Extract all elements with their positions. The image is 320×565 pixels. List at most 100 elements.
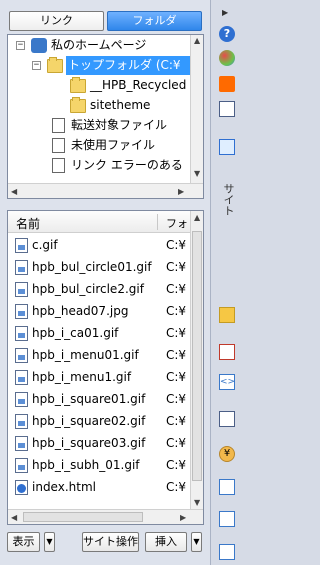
file-row[interactable]: hpb_i_menu01.gif C:¥ <box>8 344 192 366</box>
insert-button[interactable]: 挿入 <box>145 532 187 552</box>
insert-dropdown-button[interactable]: ▼ <box>191 532 202 552</box>
folder-tree: − 私のホームページ − トップフォルダ (C:¥ __HPB_Recycled… <box>7 34 204 199</box>
image-file-icon <box>15 282 28 297</box>
file-path: C:¥ <box>166 238 187 252</box>
file-name: hpb_i_menu1.gif <box>32 370 132 384</box>
tree-horizontal-scrollbar[interactable]: ◀ ▶ <box>8 183 203 198</box>
tree-item-label: リンク エラーのある <box>71 158 183 172</box>
tree-item-home[interactable]: − 私のホームページ <box>12 36 192 55</box>
transfer-file-icon <box>52 118 65 133</box>
column-header-name[interactable]: 名前 <box>16 215 40 232</box>
tree-item-hpb-recycled[interactable]: __HPB_Recycled <box>70 76 200 95</box>
tree-item-label: 未使用ファイル <box>71 138 156 152</box>
tree-item-unused-files[interactable]: 未使用ファイル <box>52 136 192 155</box>
tab-folders[interactable]: フォルダ <box>107 11 202 31</box>
scroll-right-icon[interactable]: ▶ <box>178 187 184 196</box>
scroll-down-icon[interactable]: ▼ <box>194 498 200 507</box>
file-path: C:¥ <box>166 348 187 362</box>
windows-icon[interactable] <box>219 101 235 117</box>
column-header-folder[interactable]: フォ <box>166 215 188 231</box>
edit-icon[interactable] <box>219 344 235 360</box>
file-row[interactable]: hpb_i_menu1.gif C:¥ <box>8 366 192 388</box>
image-file-icon <box>15 414 28 429</box>
link-error-icon <box>52 158 65 173</box>
column-separator[interactable] <box>157 214 158 230</box>
scroll-right-icon[interactable]: ▶ <box>180 513 186 522</box>
yen-icon[interactable]: ¥ <box>219 446 235 462</box>
image-file-icon <box>15 392 28 407</box>
folder-icon <box>47 57 63 73</box>
file-name: hpb_i_ca01.gif <box>32 326 119 340</box>
site-structure-icon[interactable] <box>219 139 235 155</box>
tree-item-link-errors[interactable]: リンク エラーのある <box>52 156 192 175</box>
file-name: hpb_bul_circle2.gif <box>32 282 144 296</box>
scroll-thumb[interactable] <box>192 231 202 481</box>
file-name: hpb_bul_circle01.gif <box>32 260 152 274</box>
scroll-thumb[interactable] <box>23 512 143 522</box>
view-dropdown-button[interactable]: ▼ <box>44 532 55 552</box>
image-file-icon <box>15 304 28 319</box>
tab-links[interactable]: リンク <box>9 11 104 31</box>
scroll-left-icon[interactable]: ◀ <box>11 187 17 196</box>
help-icon[interactable]: ? <box>219 26 235 42</box>
file-row[interactable]: hpb_i_square01.gif C:¥ <box>8 388 192 410</box>
image-file-icon <box>15 238 28 253</box>
image-file-icon <box>15 436 28 451</box>
chevron-down-icon: ▼ <box>193 537 200 546</box>
file-path: C:¥ <box>166 458 187 472</box>
unused-file-icon <box>52 138 65 153</box>
file-list-vertical-scrollbar[interactable]: ▲ ▼ <box>190 211 203 511</box>
folder-icon <box>70 77 86 93</box>
site-operations-button[interactable]: サイト操作 <box>82 532 139 552</box>
file-row[interactable]: c.gif C:¥ <box>8 234 192 256</box>
settings-icon[interactable] <box>219 544 235 560</box>
file-name: hpb_i_subh_01.gif <box>32 458 140 472</box>
collapse-arrow-icon[interactable]: ▶ <box>222 8 232 18</box>
file-list-horizontal-scrollbar[interactable]: ◀ ▶ <box>8 509 203 524</box>
scroll-up-icon[interactable]: ▲ <box>194 213 200 222</box>
file-row[interactable]: hpb_i_ca01.gif C:¥ <box>8 322 192 344</box>
file-row[interactable]: hpb_bul_circle01.gif C:¥ <box>8 256 192 278</box>
collapse-icon[interactable]: − <box>32 61 41 70</box>
form-icon[interactable] <box>219 479 235 495</box>
image-file-icon <box>15 370 28 385</box>
file-path: C:¥ <box>166 304 187 318</box>
scroll-up-icon[interactable]: ▲ <box>194 36 200 45</box>
image-file-icon <box>15 326 28 341</box>
file-path: C:¥ <box>166 436 187 450</box>
file-row[interactable]: hpb_i_square03.gif C:¥ <box>8 432 192 454</box>
tree-item-sitetheme[interactable]: sitetheme <box>70 96 200 115</box>
file-row[interactable]: index.html C:¥ <box>8 476 192 498</box>
file-row[interactable]: hpb_bul_circle2.gif C:¥ <box>8 278 192 300</box>
scroll-left-icon[interactable]: ◀ <box>11 513 17 522</box>
tree-item-top-folder[interactable]: − トップフォルダ (C:¥ <box>32 56 196 75</box>
tree-vertical-scrollbar[interactable]: ▲ ▼ <box>190 35 203 183</box>
site-panel: リンク フォルダ − 私のホームページ − トップフォルダ (C:¥ __HPB… <box>0 0 211 565</box>
file-path: C:¥ <box>166 480 187 494</box>
website-icon <box>31 38 47 53</box>
palette-icon[interactable] <box>219 50 235 66</box>
file-row[interactable]: hpb_i_subh_01.gif C:¥ <box>8 454 192 476</box>
scroll-down-icon[interactable]: ▼ <box>194 169 200 178</box>
right-toolbar: ▶ ? サイト <> ¥ <box>212 0 241 565</box>
file-name: hpb_i_square03.gif <box>32 436 146 450</box>
tree-item-label: トップフォルダ (C:¥ <box>66 56 196 75</box>
file-name: hpb_i_square01.gif <box>32 392 146 406</box>
file-row[interactable]: hpb_i_square02.gif C:¥ <box>8 410 192 432</box>
export-icon[interactable] <box>219 511 235 527</box>
folder-icon[interactable] <box>219 307 235 323</box>
tree-item-transfer-files[interactable]: 転送対象ファイル <box>52 116 192 135</box>
site-tab-label[interactable]: サイト <box>220 183 236 216</box>
folder-icon <box>70 97 86 113</box>
tree-item-label: 転送対象ファイル <box>71 118 168 132</box>
collapse-icon[interactable]: − <box>16 41 25 50</box>
gadget-icon[interactable] <box>219 76 235 92</box>
view-button[interactable]: 表示 <box>7 532 40 552</box>
code-icon[interactable]: <> <box>219 374 235 390</box>
file-path: C:¥ <box>166 282 187 296</box>
file-path: C:¥ <box>166 392 187 406</box>
image-file-icon <box>15 348 28 363</box>
file-list-header: 名前 フォ <box>8 211 192 233</box>
image-edit-icon[interactable] <box>219 411 235 427</box>
file-row[interactable]: hpb_head07.jpg C:¥ <box>8 300 192 322</box>
